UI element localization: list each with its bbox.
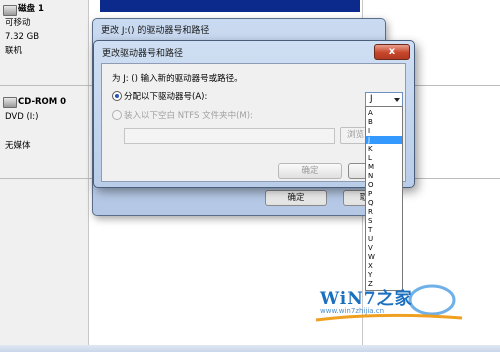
cdrom-type: DVD (I:)	[5, 112, 39, 122]
assign-letter-radio[interactable]	[112, 91, 122, 101]
drive-letter-option[interactable]: M	[366, 163, 402, 171]
drive-letter-option[interactable]: K	[366, 145, 402, 153]
watermark-url: www.win7zhijia.cn	[320, 307, 385, 315]
disk-icon	[3, 5, 17, 16]
drive-letter-option[interactable]: Q	[366, 199, 402, 207]
disk1-size: 7.32 GB	[5, 32, 40, 42]
drive-letter-option[interactable]: L	[366, 154, 402, 162]
disk1-type: 可移动	[5, 18, 31, 28]
drive-letter-option[interactable]: O	[366, 181, 402, 189]
drive-letter-option[interactable]: N	[366, 172, 402, 180]
drive-letter-option[interactable]: U	[366, 235, 402, 243]
dialog-prompt: 为 J: () 输入新的驱动器号或路径。	[112, 74, 243, 84]
drive-letter-option[interactable]: Y	[366, 271, 402, 279]
partition-bar[interactable]	[100, 0, 360, 12]
folder-path-input[interactable]	[124, 128, 335, 144]
ok-button[interactable]: 确定	[278, 163, 342, 179]
disk1-name: 磁盘 1	[18, 4, 44, 14]
drive-letter-option[interactable]: B	[366, 118, 402, 126]
drive-letter-value: J	[370, 94, 373, 104]
close-button[interactable]: x	[374, 44, 410, 60]
drive-letter-option[interactable]: J	[366, 136, 402, 144]
drive-letter-option[interactable]: T	[366, 226, 402, 234]
outer-dialog-title: 更改 J:() 的驱动器号和路径	[101, 26, 210, 36]
mount-folder-label[interactable]: 装入以下空白 NTFS 文件夹中(M):	[124, 109, 253, 121]
cdrom-icon	[3, 97, 17, 108]
disk1-status: 联机	[5, 46, 23, 56]
mount-folder-radio[interactable]	[112, 110, 122, 120]
chevron-down-icon[interactable]	[394, 98, 400, 102]
drive-letter-option[interactable]: V	[366, 244, 402, 252]
drive-letter-option[interactable]: A	[366, 109, 402, 117]
outer-ok-button[interactable]: 确定	[265, 190, 327, 206]
watermark-brand: WiN7之家	[320, 289, 413, 309]
dialog-title: 更改驱动器号和路径	[102, 49, 184, 59]
drive-letter-option[interactable]: R	[366, 208, 402, 216]
assign-letter-label[interactable]: 分配以下驱动器号(A):	[124, 90, 207, 102]
cdrom-name: CD-ROM 0	[18, 97, 67, 107]
cdrom-status: 无媒体	[5, 141, 31, 151]
close-icon: x	[388, 46, 396, 57]
dialog-body: 为 J: () 输入新的驱动器号或路径。 分配以下驱动器号(A): 装入以下空白…	[101, 63, 406, 182]
bottom-strip	[0, 345, 500, 352]
drive-letter-option[interactable]: I	[366, 127, 402, 135]
drive-letter-select[interactable]: J	[365, 92, 403, 107]
drive-letter-dropdown: ABIJKLMNOPQRSTUVWXYZ	[365, 106, 403, 291]
drive-letter-option[interactable]: W	[366, 253, 402, 261]
drive-letter-option[interactable]: P	[366, 190, 402, 198]
drive-letter-option[interactable]: S	[366, 217, 402, 225]
drive-letter-option[interactable]: X	[366, 262, 402, 270]
